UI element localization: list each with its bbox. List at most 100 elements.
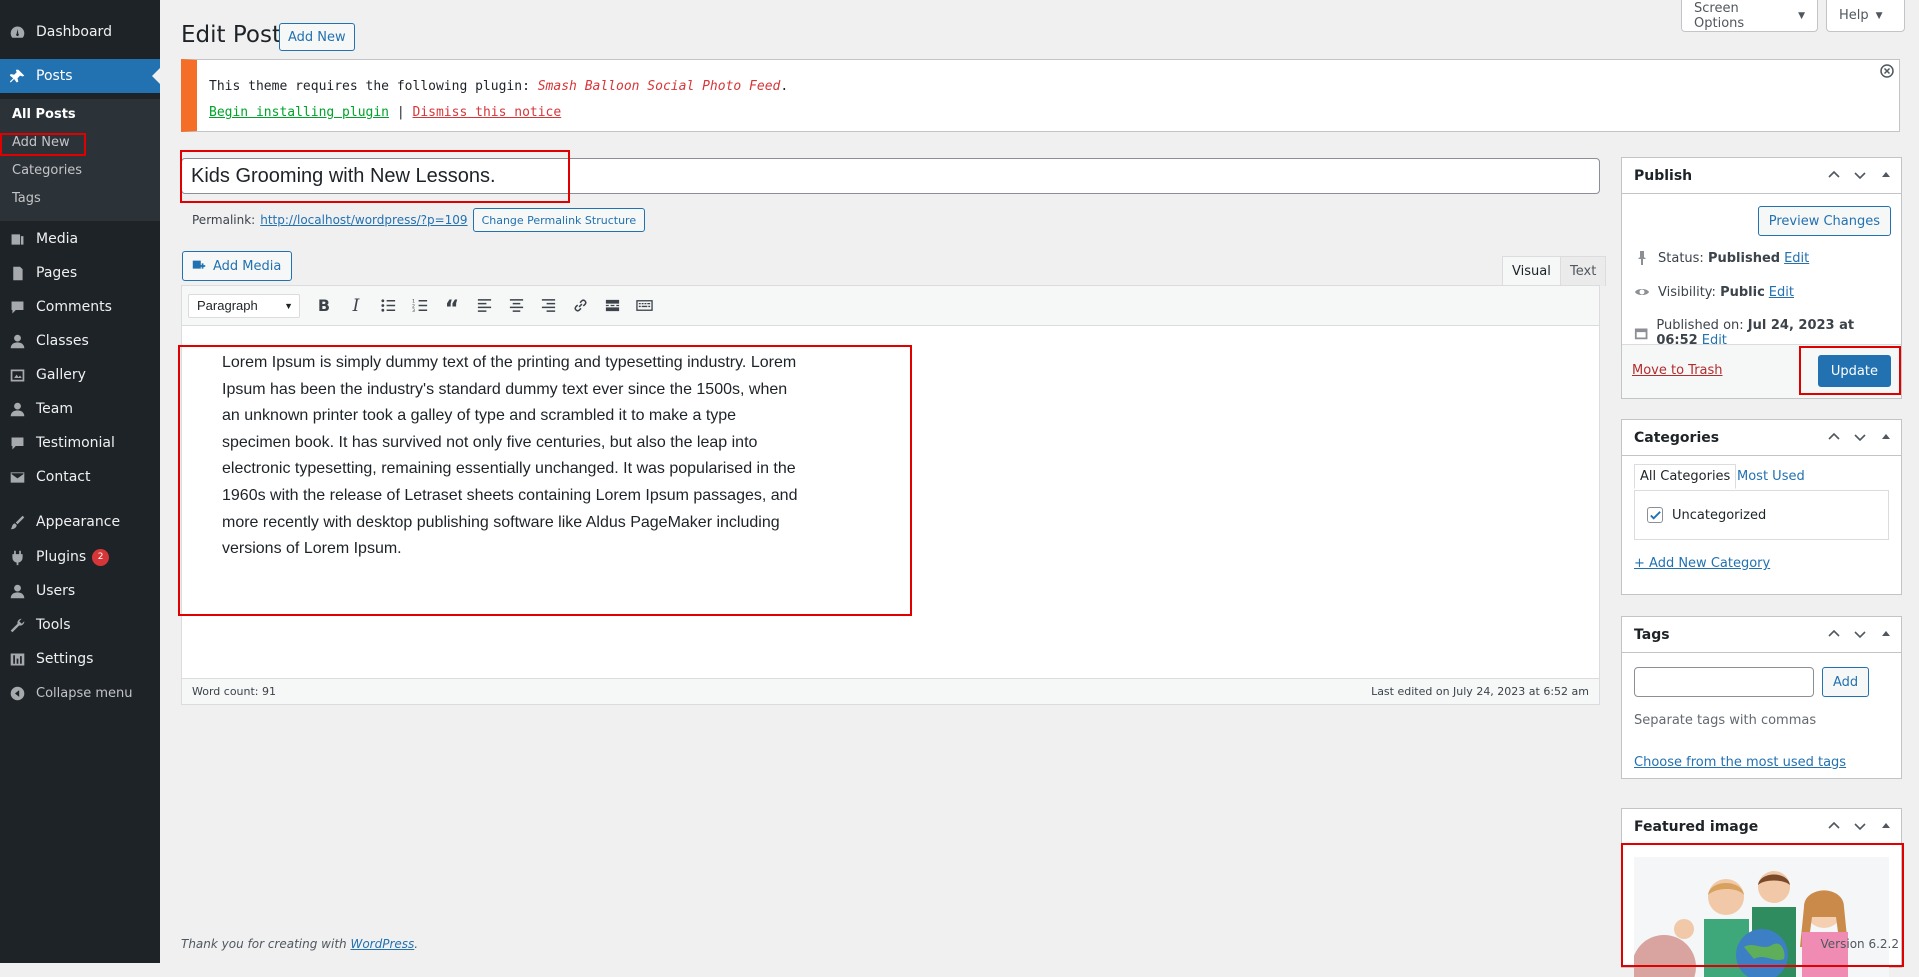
add-media-label: Add Media xyxy=(213,258,282,274)
submenu-add-new[interactable]: Add New xyxy=(12,135,70,150)
add-new-post-button[interactable]: Add New xyxy=(279,23,355,51)
post-title-input[interactable]: Kids Grooming with New Lessons. xyxy=(181,158,1600,194)
align-left-button[interactable] xyxy=(468,291,500,321)
chevron-up-icon[interactable] xyxy=(1825,166,1843,184)
screen-options-button[interactable]: Screen Options ▼ xyxy=(1681,0,1818,32)
eye-icon xyxy=(1635,289,1649,295)
triangle-up-icon[interactable] xyxy=(1877,817,1895,835)
users-icon xyxy=(7,581,27,601)
wordpress-link[interactable]: WordPress xyxy=(350,937,414,951)
gallery-icon xyxy=(7,365,27,385)
submenu-categories[interactable]: Categories xyxy=(12,163,82,178)
menu-classes-label: Classes xyxy=(36,333,89,349)
add-new-category-link[interactable]: + Add New Category xyxy=(1634,556,1770,571)
menu-users[interactable]: Users xyxy=(0,574,160,608)
change-permalink-button[interactable]: Change Permalink Structure xyxy=(472,208,646,232)
visibility-row: Visibility: Public Edit xyxy=(1634,284,1794,300)
align-right-button[interactable] xyxy=(532,291,564,321)
bold-icon: B xyxy=(317,296,331,315)
permalink-url[interactable]: http://localhost/wordpress/?p=109 xyxy=(260,213,467,227)
permalink-label: Permalink: xyxy=(192,213,256,227)
move-to-trash-link[interactable]: Move to Trash xyxy=(1632,363,1723,378)
blockquote-button[interactable]: “ xyxy=(436,291,468,321)
menu-tools[interactable]: Tools xyxy=(0,608,160,642)
chevron-up-icon[interactable] xyxy=(1825,625,1843,643)
calendar-icon xyxy=(1634,328,1648,340)
featured-image-thumbnail[interactable] xyxy=(1634,857,1889,977)
triangle-up-icon[interactable] xyxy=(1877,428,1895,446)
footer-thanks: Thank you for creating with WordPress. xyxy=(181,937,418,951)
menu-testimonial[interactable]: Testimonial xyxy=(0,426,160,460)
menu-settings[interactable]: Settings xyxy=(0,642,160,676)
chevron-down-icon[interactable] xyxy=(1851,817,1869,835)
box-controls xyxy=(1825,817,1895,835)
help-button[interactable]: Help ▼ xyxy=(1826,0,1905,32)
tab-text[interactable]: Text xyxy=(1560,256,1607,286)
post-content[interactable]: Lorem Ipsum is simply dummy text of the … xyxy=(222,350,802,563)
featured-image-box-header: Featured image xyxy=(1622,809,1901,845)
tags-hint: Separate tags with commas xyxy=(1634,713,1817,728)
choose-tags-link[interactable]: Choose from the most used tags xyxy=(1634,755,1846,770)
tab-most-used[interactable]: Most Used xyxy=(1737,469,1805,484)
menu-plugins[interactable]: Plugins 2 xyxy=(0,540,160,574)
menu-classes[interactable]: Classes xyxy=(0,324,160,358)
numbered-list-icon: 123 xyxy=(412,299,427,314)
category-checkbox[interactable] xyxy=(1647,507,1663,523)
tag-input[interactable] xyxy=(1634,667,1814,697)
chevron-down-icon[interactable] xyxy=(1851,625,1869,643)
add-media-button[interactable]: Add Media xyxy=(182,251,293,281)
edit-status-link[interactable]: Edit xyxy=(1784,251,1809,266)
categories-list: Uncategorized xyxy=(1634,490,1889,540)
italic-button[interactable]: I xyxy=(340,291,372,321)
toolbar-toggle-button[interactable] xyxy=(628,291,660,321)
quote-icon: “ xyxy=(444,296,460,322)
chevron-up-icon[interactable] xyxy=(1825,428,1843,446)
bold-button[interactable]: B xyxy=(308,291,340,321)
begin-installing-link[interactable]: Begin installing plugin xyxy=(209,105,389,120)
format-select[interactable]: Paragraph ▼ xyxy=(188,293,300,318)
footer-version: Version 6.2.2 xyxy=(1820,937,1899,951)
menu-media-label: Media xyxy=(36,231,79,247)
triangle-up-icon[interactable] xyxy=(1877,166,1895,184)
menu-pages[interactable]: Pages xyxy=(0,256,160,290)
visibility-value: Public xyxy=(1720,284,1765,300)
read-more-button[interactable] xyxy=(596,291,628,321)
preview-changes-button[interactable]: Preview Changes xyxy=(1757,206,1891,236)
submenu-tags[interactable]: Tags xyxy=(12,191,41,206)
align-center-icon xyxy=(509,299,523,312)
help-label: Help xyxy=(1839,8,1869,23)
align-left-icon xyxy=(477,299,491,312)
close-icon[interactable] xyxy=(1880,64,1894,78)
bullet-list-button[interactable] xyxy=(372,291,404,321)
editor-status-bar: Word count: 91 Last edited on July 24, 2… xyxy=(182,678,1599,704)
triangle-up-icon[interactable] xyxy=(1877,625,1895,643)
add-tag-button[interactable]: Add xyxy=(1822,667,1870,697)
align-center-button[interactable] xyxy=(500,291,532,321)
update-button[interactable]: Update xyxy=(1817,355,1891,387)
last-edited: Last edited on July 24, 2023 at 6:52 am xyxy=(1371,685,1589,698)
menu-media[interactable]: Media xyxy=(0,222,160,256)
categories-box-header: Categories xyxy=(1622,420,1901,456)
chevron-down-icon[interactable] xyxy=(1851,428,1869,446)
publish-box-header: Publish xyxy=(1622,158,1901,194)
person-icon xyxy=(7,399,27,419)
insert-link-button[interactable] xyxy=(564,291,596,321)
status-value: Published xyxy=(1707,250,1781,266)
menu-appearance[interactable]: Appearance xyxy=(0,505,160,539)
menu-posts[interactable]: Posts xyxy=(0,59,160,93)
dismiss-notice-link[interactable]: Dismiss this notice xyxy=(413,105,562,120)
tab-all-categories[interactable]: All Categories xyxy=(1634,464,1737,489)
collapse-menu[interactable]: Collapse menu xyxy=(0,676,160,710)
menu-comments[interactable]: Comments xyxy=(0,290,160,324)
chevron-up-icon[interactable] xyxy=(1825,817,1843,835)
menu-gallery[interactable]: Gallery xyxy=(0,358,160,392)
menu-dashboard[interactable]: Dashboard xyxy=(0,15,160,49)
edit-visibility-link[interactable]: Edit xyxy=(1769,285,1794,300)
submenu-all-posts[interactable]: All Posts xyxy=(12,107,76,122)
chevron-down-icon[interactable] xyxy=(1851,166,1869,184)
numbered-list-button[interactable]: 123 xyxy=(404,291,436,321)
menu-contact[interactable]: Contact xyxy=(0,460,160,494)
tags-box-title: Tags xyxy=(1634,626,1670,643)
menu-team[interactable]: Team xyxy=(0,392,160,426)
tab-visual[interactable]: Visual xyxy=(1502,256,1561,286)
